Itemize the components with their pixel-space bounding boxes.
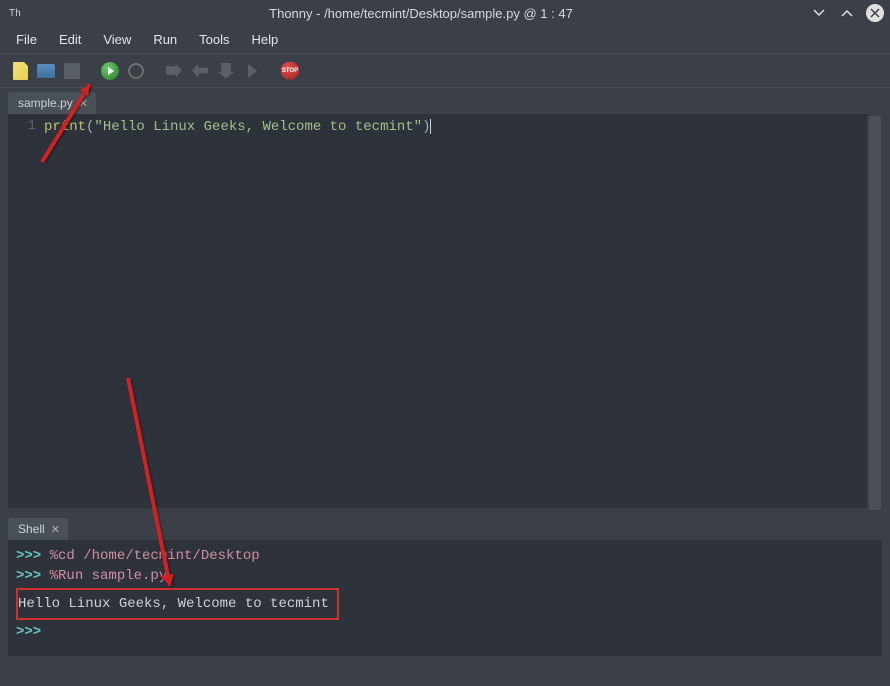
line-gutter: 1	[8, 114, 44, 508]
code-editor[interactable]: 1 print("Hello Linux Geeks, Welcome to t…	[8, 114, 882, 508]
shell-command: %Run sample.py	[50, 568, 168, 584]
resume-icon	[248, 64, 257, 78]
editor-scrollbar[interactable]	[866, 114, 882, 508]
text-cursor	[430, 119, 431, 134]
menu-bar: File Edit View Run Tools Help	[0, 26, 890, 54]
save-button[interactable]	[62, 61, 82, 81]
new-file-icon	[13, 62, 28, 80]
toolbar: STOP	[0, 54, 890, 88]
app-icon: Th	[6, 4, 24, 22]
menu-view[interactable]: View	[93, 28, 141, 51]
token-function: print	[44, 119, 86, 135]
step-over-button[interactable]	[164, 61, 184, 81]
shell-line-2: >>> %Run sample.py	[16, 566, 874, 586]
resume-button[interactable]	[242, 61, 262, 81]
shell-panel[interactable]: >>> %cd /home/tecmint/Desktop >>> %Run s…	[8, 540, 882, 656]
window-title: Thonny - /home/tecmint/Desktop/sample.py…	[32, 6, 810, 21]
token-paren-close: )	[422, 119, 430, 135]
menu-tools[interactable]: Tools	[189, 28, 239, 51]
code-line-1[interactable]: print("Hello Linux Geeks, Welcome to tec…	[44, 118, 866, 137]
editor-tab-close[interactable]: ✕	[79, 97, 88, 110]
scrollbar-thumb[interactable]	[869, 116, 881, 510]
close-button[interactable]	[866, 4, 884, 22]
shell-tab-close[interactable]: ✕	[51, 523, 60, 536]
menu-edit[interactable]: Edit	[49, 28, 91, 51]
minimize-button[interactable]	[810, 4, 828, 22]
shell-line-1: >>> %cd /home/tecmint/Desktop	[16, 546, 874, 566]
editor-tab-row: sample.py ✕	[0, 88, 890, 114]
debug-button[interactable]	[126, 61, 146, 81]
editor-tab-sample[interactable]: sample.py ✕	[8, 92, 96, 114]
shell-line-prompt[interactable]: >>>	[16, 622, 874, 642]
shell-command: %cd /home/tecmint/Desktop	[50, 548, 260, 564]
code-area[interactable]: print("Hello Linux Geeks, Welcome to tec…	[44, 114, 866, 508]
shell-prompt: >>>	[16, 568, 50, 584]
new-file-button[interactable]	[10, 61, 30, 81]
step-into-icon	[192, 64, 208, 78]
stop-icon: STOP	[281, 62, 299, 80]
run-icon	[101, 62, 119, 80]
shell-tab-label: Shell	[18, 522, 45, 536]
step-over-icon	[166, 64, 182, 78]
token-string: "Hello Linux Geeks, Welcome to tecmint"	[94, 119, 422, 135]
shell-output-text: Hello Linux Geeks, Welcome to tecmint	[18, 596, 329, 612]
save-icon	[64, 63, 80, 79]
menu-help[interactable]: Help	[242, 28, 289, 51]
line-number: 1	[8, 118, 36, 134]
window-controls	[810, 4, 884, 22]
shell-tab-row: Shell ✕	[0, 514, 890, 540]
maximize-button[interactable]	[838, 4, 856, 22]
shell-tab[interactable]: Shell ✕	[8, 518, 68, 540]
editor-tab-label: sample.py	[18, 96, 73, 110]
title-bar: Th Thonny - /home/tecmint/Desktop/sample…	[0, 0, 890, 26]
open-folder-icon	[37, 64, 55, 78]
run-button[interactable]	[100, 61, 120, 81]
menu-run[interactable]: Run	[143, 28, 187, 51]
stop-button[interactable]: STOP	[280, 61, 300, 81]
shell-prompt: >>>	[16, 624, 50, 640]
open-file-button[interactable]	[36, 61, 56, 81]
shell-output-highlighted: Hello Linux Geeks, Welcome to tecmint	[16, 588, 339, 620]
step-into-button[interactable]	[190, 61, 210, 81]
menu-file[interactable]: File	[6, 28, 47, 51]
bug-icon	[128, 63, 144, 79]
step-out-button[interactable]	[216, 61, 236, 81]
step-out-icon	[218, 63, 234, 79]
shell-prompt: >>>	[16, 548, 50, 564]
